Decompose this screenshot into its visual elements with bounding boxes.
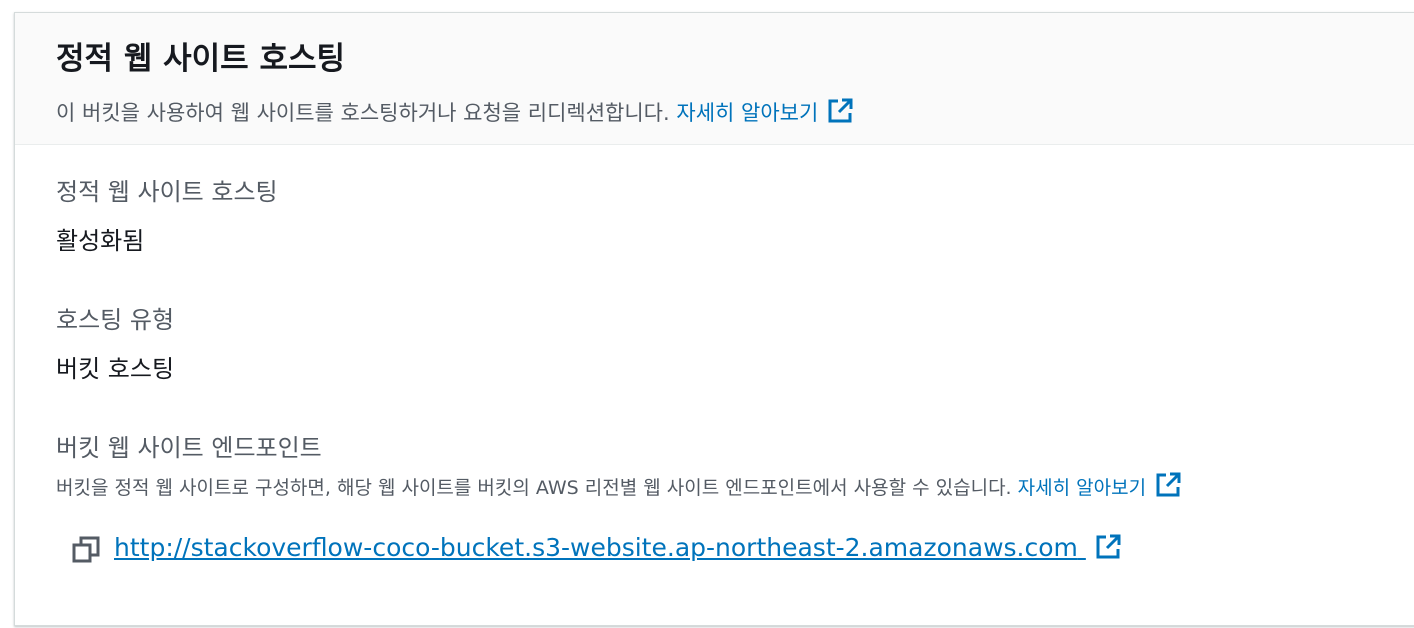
hosting-status-value: 활성화됨	[56, 227, 145, 255]
panel-body: 정적 웹 사이트 호스팅 활성화됨 호스팅 유형 버킷 호스팅 버킷 웹 사이트…	[15, 145, 1414, 567]
hosting-type-field: 호스팅 유형 버킷 호스팅	[56, 303, 1414, 386]
endpoint-description: 버킷을 정적 웹 사이트로 구성하면, 해당 웹 사이트를 버킷의 AWS 리전…	[56, 471, 1414, 507]
static-website-hosting-panel: 정적 웹 사이트 호스팅 이 버킷을 사용하여 웹 사이트를 호스팅하거나 요청…	[14, 12, 1414, 626]
external-link-icon	[1154, 471, 1182, 507]
learn-more-link[interactable]: 자세히 알아보기	[676, 98, 854, 125]
endpoint-url-link[interactable]: http://stackoverflow-coco-bucket.s3-webs…	[114, 533, 1122, 567]
endpoint-description-text: 버킷을 정적 웹 사이트로 구성하면, 해당 웹 사이트를 버킷의 AWS 리전…	[56, 477, 1012, 499]
panel-title: 정적 웹 사이트 호스팅	[56, 41, 346, 77]
learn-more-label: 자세히 알아보기	[676, 101, 819, 125]
endpoint-label: 버킷 웹 사이트 엔드포인트	[56, 434, 322, 462]
external-link-icon	[1094, 533, 1122, 567]
endpoint-learn-more-label: 자세히 알아보기	[1017, 477, 1147, 499]
external-link-icon	[826, 97, 854, 132]
hosting-status-label: 정적 웹 사이트 호스팅	[56, 178, 278, 206]
endpoint-field: 버킷 웹 사이트 엔드포인트 버킷을 정적 웹 사이트로 구성하면, 해당 웹 …	[56, 431, 1414, 567]
hosting-type-label: 호스팅 유형	[56, 306, 175, 334]
hosting-status-field: 정적 웹 사이트 호스팅 활성화됨	[56, 175, 1414, 258]
panel-header: 정적 웹 사이트 호스팅 이 버킷을 사용하여 웹 사이트를 호스팅하거나 요청…	[15, 13, 1414, 145]
endpoint-url-text: http://stackoverflow-coco-bucket.s3-webs…	[114, 533, 1078, 562]
panel-description-text: 이 버킷을 사용하여 웹 사이트를 호스팅하거나 요청을 리디렉션합니다.	[56, 101, 670, 125]
endpoint-learn-more-link[interactable]: 자세히 알아보기	[1017, 472, 1182, 499]
panel-description: 이 버킷을 사용하여 웹 사이트를 호스팅하거나 요청을 리디렉션합니다. 자세…	[56, 97, 1414, 132]
hosting-type-value: 버킷 호스팅	[56, 355, 175, 383]
endpoint-url-row: http://stackoverflow-coco-bucket.s3-webs…	[71, 533, 1414, 567]
copy-icon[interactable]	[71, 535, 101, 565]
